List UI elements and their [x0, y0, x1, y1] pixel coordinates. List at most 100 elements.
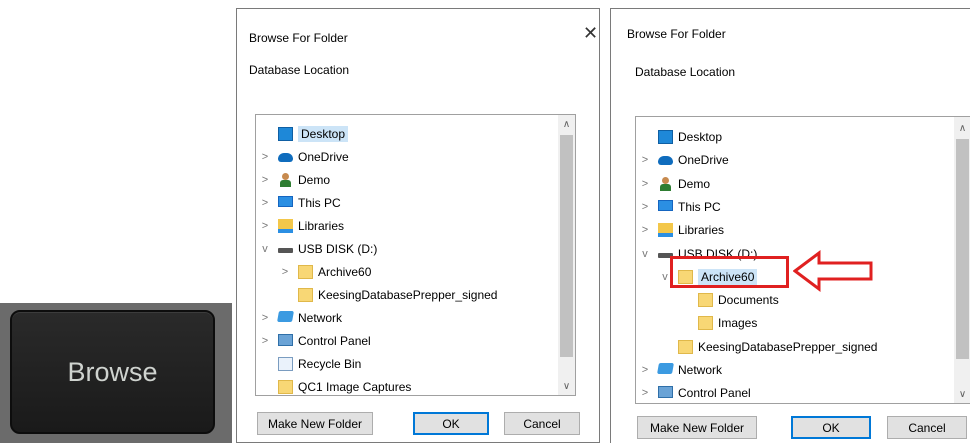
chevron-down-icon[interactable]: v: [640, 248, 650, 260]
scroll-down-icon[interactable]: ∨: [954, 389, 970, 400]
browse-button-frame: Browse: [0, 303, 232, 443]
network-icon: [277, 311, 294, 322]
tree-item-label: Network: [298, 311, 343, 325]
pointer-arrow-icon: [793, 250, 873, 292]
tree-item-label: Demo: [298, 173, 331, 187]
network-icon: [657, 363, 674, 374]
dialog-title: Browse For Folder: [627, 27, 726, 41]
desktop-icon: [278, 127, 293, 141]
tree-item[interactable]: > Network: [256, 307, 556, 329]
tree-scrollbar[interactable]: ∧ ∨: [954, 117, 970, 403]
tree-item[interactable]: QC1 Image Captures: [256, 376, 556, 395]
tree-item-label: This PC: [678, 199, 721, 214]
tree-item-label: Libraries: [298, 219, 345, 233]
chevron-down-icon[interactable]: v: [260, 243, 270, 255]
ok-button[interactable]: OK: [413, 412, 489, 435]
browse-button[interactable]: Browse: [10, 310, 215, 434]
folder-icon: [298, 288, 313, 302]
desktop-icon: [658, 130, 673, 144]
chevron-right-icon[interactable]: >: [640, 201, 650, 213]
tree-item[interactable]: > This PC: [636, 196, 952, 218]
make-new-folder-button[interactable]: Make New Folder: [257, 412, 373, 435]
chevron-right-icon[interactable]: >: [640, 364, 650, 376]
tree-item[interactable]: > Network: [636, 359, 952, 381]
tree-item-label: Control Panel: [678, 386, 751, 401]
tree-item[interactable]: KeesingDatabasePrepper_signed: [636, 336, 952, 358]
chevron-right-icon[interactable]: >: [280, 266, 290, 278]
recycle-bin-icon: [278, 357, 293, 371]
dialog-title: Browse For Folder: [249, 31, 348, 45]
tree-item[interactable]: > This PC: [256, 192, 556, 214]
ok-button[interactable]: OK: [791, 416, 871, 439]
libraries-icon: [658, 223, 673, 238]
chevron-right-icon[interactable]: >: [640, 178, 650, 190]
scroll-up-icon[interactable]: ∧: [954, 123, 970, 134]
user-icon: [658, 176, 673, 191]
tree-item-label: This PC: [298, 196, 341, 210]
scroll-down-icon[interactable]: ∨: [558, 381, 575, 392]
pc-icon: [278, 196, 293, 207]
chevron-right-icon[interactable]: >: [260, 174, 270, 186]
tree-scrollbar[interactable]: ∧ ∨: [558, 115, 575, 395]
cloud-icon: [658, 156, 673, 166]
folder-tree[interactable]: Desktop > OneDrive > Demo > This PC > Libraries v…: [255, 114, 576, 396]
control-panel-icon: [658, 386, 673, 399]
tree-item-label: Archive60: [318, 265, 372, 279]
folder-icon: [698, 293, 713, 308]
tree-item-label: Images: [718, 316, 758, 331]
tree-item[interactable]: Desktop: [256, 123, 556, 145]
folder-icon: [278, 380, 293, 394]
tree-item-label: Desktop: [678, 130, 723, 144]
scroll-thumb[interactable]: [560, 135, 573, 357]
chevron-right-icon[interactable]: >: [640, 387, 650, 399]
tree-item[interactable]: > Demo: [256, 169, 556, 191]
tree-item-label: KeesingDatabasePrepper_signed: [318, 288, 498, 302]
make-new-folder-button[interactable]: Make New Folder: [637, 416, 757, 439]
cloud-icon: [278, 153, 293, 162]
tree-item-label: Control Panel: [298, 334, 371, 348]
browse-for-folder-dialog-left: Browse For Folder ✕ Database Location De…: [236, 8, 600, 443]
close-icon[interactable]: ✕: [583, 23, 598, 44]
dialog-subtitle: Database Location: [249, 63, 350, 77]
folder-icon: [298, 265, 313, 279]
tree-item-label: Desktop: [298, 126, 349, 142]
tree-item-label: Demo: [678, 176, 711, 191]
tree-item[interactable]: > OneDrive: [636, 149, 952, 171]
cancel-button[interactable]: Cancel: [504, 412, 580, 435]
folder-icon: [698, 316, 713, 331]
tree-item[interactable]: Desktop: [636, 126, 952, 148]
browse-for-folder-dialog-right: Browse For Folder Database Location Desk…: [610, 8, 970, 443]
tree-item[interactable]: KeesingDatabasePrepper_signed: [256, 284, 556, 306]
tree-item[interactable]: > Demo: [636, 173, 952, 195]
tree-item-label: Recycle Bin: [298, 357, 362, 371]
chevron-right-icon[interactable]: >: [260, 335, 270, 347]
tree-item-label: KeesingDatabasePrepper_signed: [698, 339, 878, 354]
scroll-up-icon[interactable]: ∧: [558, 119, 575, 130]
tree-item[interactable]: Images: [636, 312, 952, 334]
tree-item[interactable]: > Control Panel: [636, 382, 952, 403]
tree-item[interactable]: > Archive60: [256, 261, 556, 283]
chevron-right-icon[interactable]: >: [260, 220, 270, 232]
chevron-right-icon[interactable]: >: [640, 154, 650, 166]
chevron-right-icon[interactable]: >: [260, 197, 270, 209]
tree-item[interactable]: > OneDrive: [256, 146, 556, 168]
pc-icon: [658, 199, 673, 211]
tree-item[interactable]: v USB DISK (D:): [256, 238, 556, 260]
tree-item-label: OneDrive: [298, 150, 349, 164]
tree-item[interactable]: Recycle Bin: [256, 353, 556, 375]
tree-item[interactable]: > Control Panel: [256, 330, 556, 352]
tree-item[interactable]: > Libraries: [636, 219, 952, 241]
chevron-down-icon[interactable]: v: [660, 271, 670, 283]
folder-icon: [678, 339, 693, 354]
tree-item-label: Network: [678, 363, 723, 377]
cancel-button[interactable]: Cancel: [887, 416, 967, 439]
tree-item-label: Libraries: [678, 223, 725, 238]
tree-item-label: QC1 Image Captures: [298, 380, 412, 394]
tree-item[interactable]: > Libraries: [256, 215, 556, 237]
chevron-right-icon[interactable]: >: [260, 312, 270, 324]
scroll-thumb[interactable]: [956, 139, 969, 359]
usb-drive-icon: [278, 248, 293, 253]
tree-item-label: OneDrive: [678, 153, 729, 168]
chevron-right-icon[interactable]: >: [260, 151, 270, 163]
chevron-right-icon[interactable]: >: [640, 224, 650, 236]
